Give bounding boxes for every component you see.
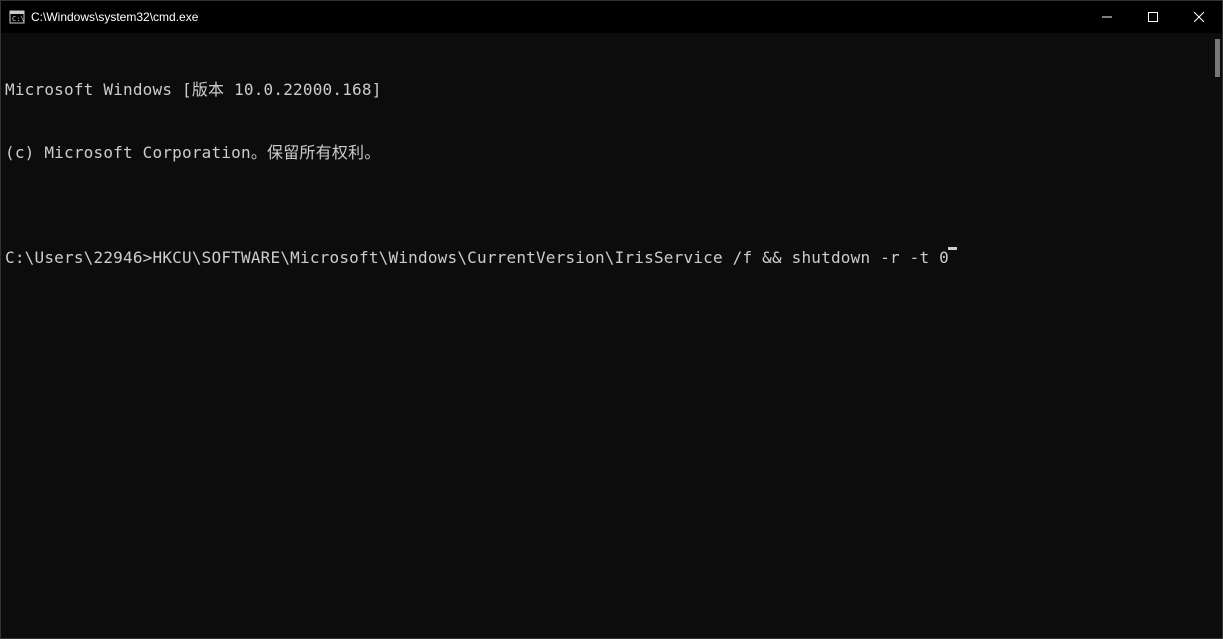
terminal-prompt: C:\Users\22946> [5, 247, 153, 268]
command-prompt-window: C:\ C:\Windows\system32\cmd.exe Microsof… [0, 0, 1223, 639]
maximize-button[interactable] [1130, 1, 1176, 33]
titlebar-left: C:\ C:\Windows\system32\cmd.exe [9, 9, 198, 25]
terminal-output-line: Microsoft Windows [版本 10.0.22000.168] [5, 79, 1222, 100]
terminal-body[interactable]: Microsoft Windows [版本 10.0.22000.168] (c… [1, 33, 1222, 638]
close-button[interactable] [1176, 1, 1222, 33]
window-title: C:\Windows\system32\cmd.exe [31, 10, 198, 24]
svg-text:C:\: C:\ [12, 15, 25, 23]
titlebar[interactable]: C:\ C:\Windows\system32\cmd.exe [1, 1, 1222, 33]
cmd-icon: C:\ [9, 9, 25, 25]
terminal-command: HKCU\SOFTWARE\Microsoft\Windows\CurrentV… [153, 247, 949, 268]
terminal-output-line: (c) Microsoft Corporation。保留所有权利。 [5, 142, 1222, 163]
minimize-button[interactable] [1084, 1, 1130, 33]
terminal-prompt-line: C:\Users\22946>HKCU\SOFTWARE\Microsoft\W… [5, 247, 1222, 268]
terminal-content: Microsoft Windows [版本 10.0.22000.168] (c… [5, 37, 1222, 310]
terminal-cursor [948, 247, 957, 250]
window-controls [1084, 1, 1222, 33]
scrollbar-thumb[interactable] [1215, 39, 1220, 77]
